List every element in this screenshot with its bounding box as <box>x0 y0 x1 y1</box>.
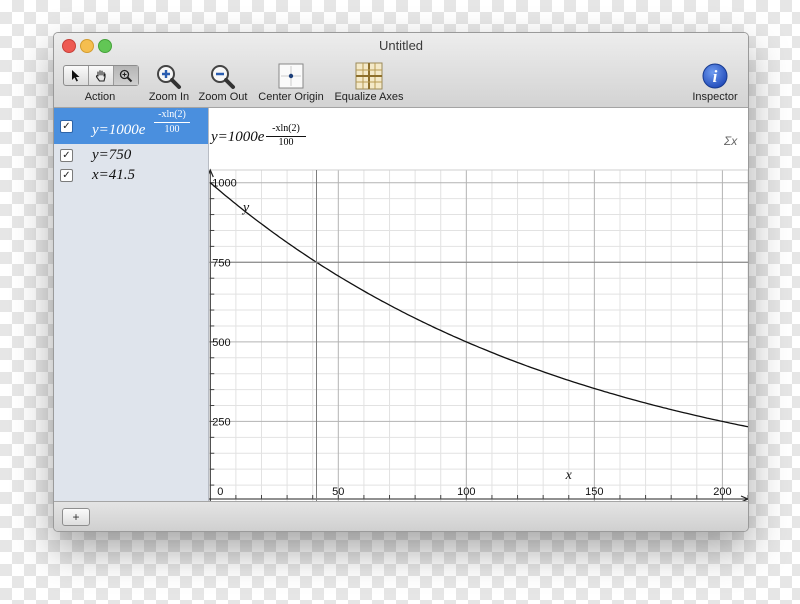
equation-row-1[interactable]: ✓ y=1000e -xln(2) 100 <box>54 108 208 144</box>
equation-editor-exponent-denominator: 100 <box>278 137 294 148</box>
decay-curve <box>209 182 748 428</box>
graph-plot[interactable]: 0 50 100 150 200 1000 750 500 250 x y <box>209 108 748 501</box>
equation-1-text: y=1000e <box>92 122 146 138</box>
equation-2-text: y=750 <box>92 147 132 163</box>
action-segmented-control[interactable] <box>63 65 139 86</box>
equation-editor-text[interactable]: y=1000e <box>211 129 264 146</box>
pan-tool-button[interactable] <box>89 66 114 85</box>
y-axis-label: y <box>241 200 250 215</box>
graph-panel: 0 50 100 150 200 1000 750 500 250 x y <box>209 108 748 501</box>
zoom-tool-button[interactable] <box>114 66 138 85</box>
inspector-glyph: i <box>713 67 718 86</box>
x-tick-label: 200 <box>713 486 731 498</box>
equation-3-checkbox[interactable]: ✓ <box>60 169 73 182</box>
equation-2-checkbox[interactable]: ✓ <box>60 149 73 162</box>
equation-3-text: x=41.5 <box>92 167 136 183</box>
equalize-axes-label: Equalize Axes <box>334 91 404 103</box>
pointer-tool-button[interactable] <box>64 66 89 85</box>
equation-editor-exponent-numerator: -xln(2) <box>272 123 300 134</box>
equation-1-exponent-denominator: 100 <box>164 124 180 135</box>
toolbar: Untitled Action Zoom In Zoom Out Center … <box>54 33 748 108</box>
x-tick-label: 50 <box>332 486 344 498</box>
add-equation-button[interactable]: + <box>62 508 90 526</box>
action-label: Action <box>84 91 116 103</box>
zoom-in-icon <box>157 65 181 89</box>
equation-list: ✓ y=1000e -xln(2) 100 ✓ y=750 ✓ x=41.5 <box>54 108 209 501</box>
window-title: Untitled <box>378 38 424 53</box>
equation-row-3[interactable]: ✓ x=41.5 <box>54 165 208 185</box>
equation-1-exponent-numerator: -xln(2) <box>158 109 186 120</box>
arrow-pointer-icon <box>72 70 80 82</box>
x-axis-label: x <box>565 468 573 483</box>
y-tick-label: 1000 <box>212 178 236 190</box>
zoom-out-label: Zoom Out <box>198 91 248 103</box>
magnifier-icon <box>119 69 133 82</box>
app-window: Untitled Action Zoom In Zoom Out Center … <box>53 32 749 532</box>
x-tick-label: 0 <box>217 486 223 498</box>
equation-1-checkbox[interactable]: ✓ <box>60 120 73 133</box>
x-tick-label: 150 <box>585 486 603 498</box>
zoom-out-icon <box>211 65 235 89</box>
sigma-menu-icon[interactable]: Σx <box>724 134 737 148</box>
y-tick-label: 500 <box>212 337 230 349</box>
center-origin-icon <box>278 63 304 89</box>
equation-row-2[interactable]: ✓ y=750 <box>54 145 208 165</box>
hand-icon <box>95 69 106 82</box>
equalize-axes-icon <box>355 62 383 90</box>
y-axis-arrow <box>209 168 214 178</box>
x-tick-label: 100 <box>457 486 475 498</box>
center-origin-label: Center Origin <box>258 91 324 103</box>
y-tick-label: 750 <box>212 257 230 269</box>
info-icon: i <box>702 63 728 89</box>
y-tick-label: 250 <box>212 416 230 428</box>
bottom-bar: + <box>54 501 748 531</box>
inspector-label: Inspector <box>692 91 738 103</box>
equation-1-fraction-bar <box>154 122 190 123</box>
